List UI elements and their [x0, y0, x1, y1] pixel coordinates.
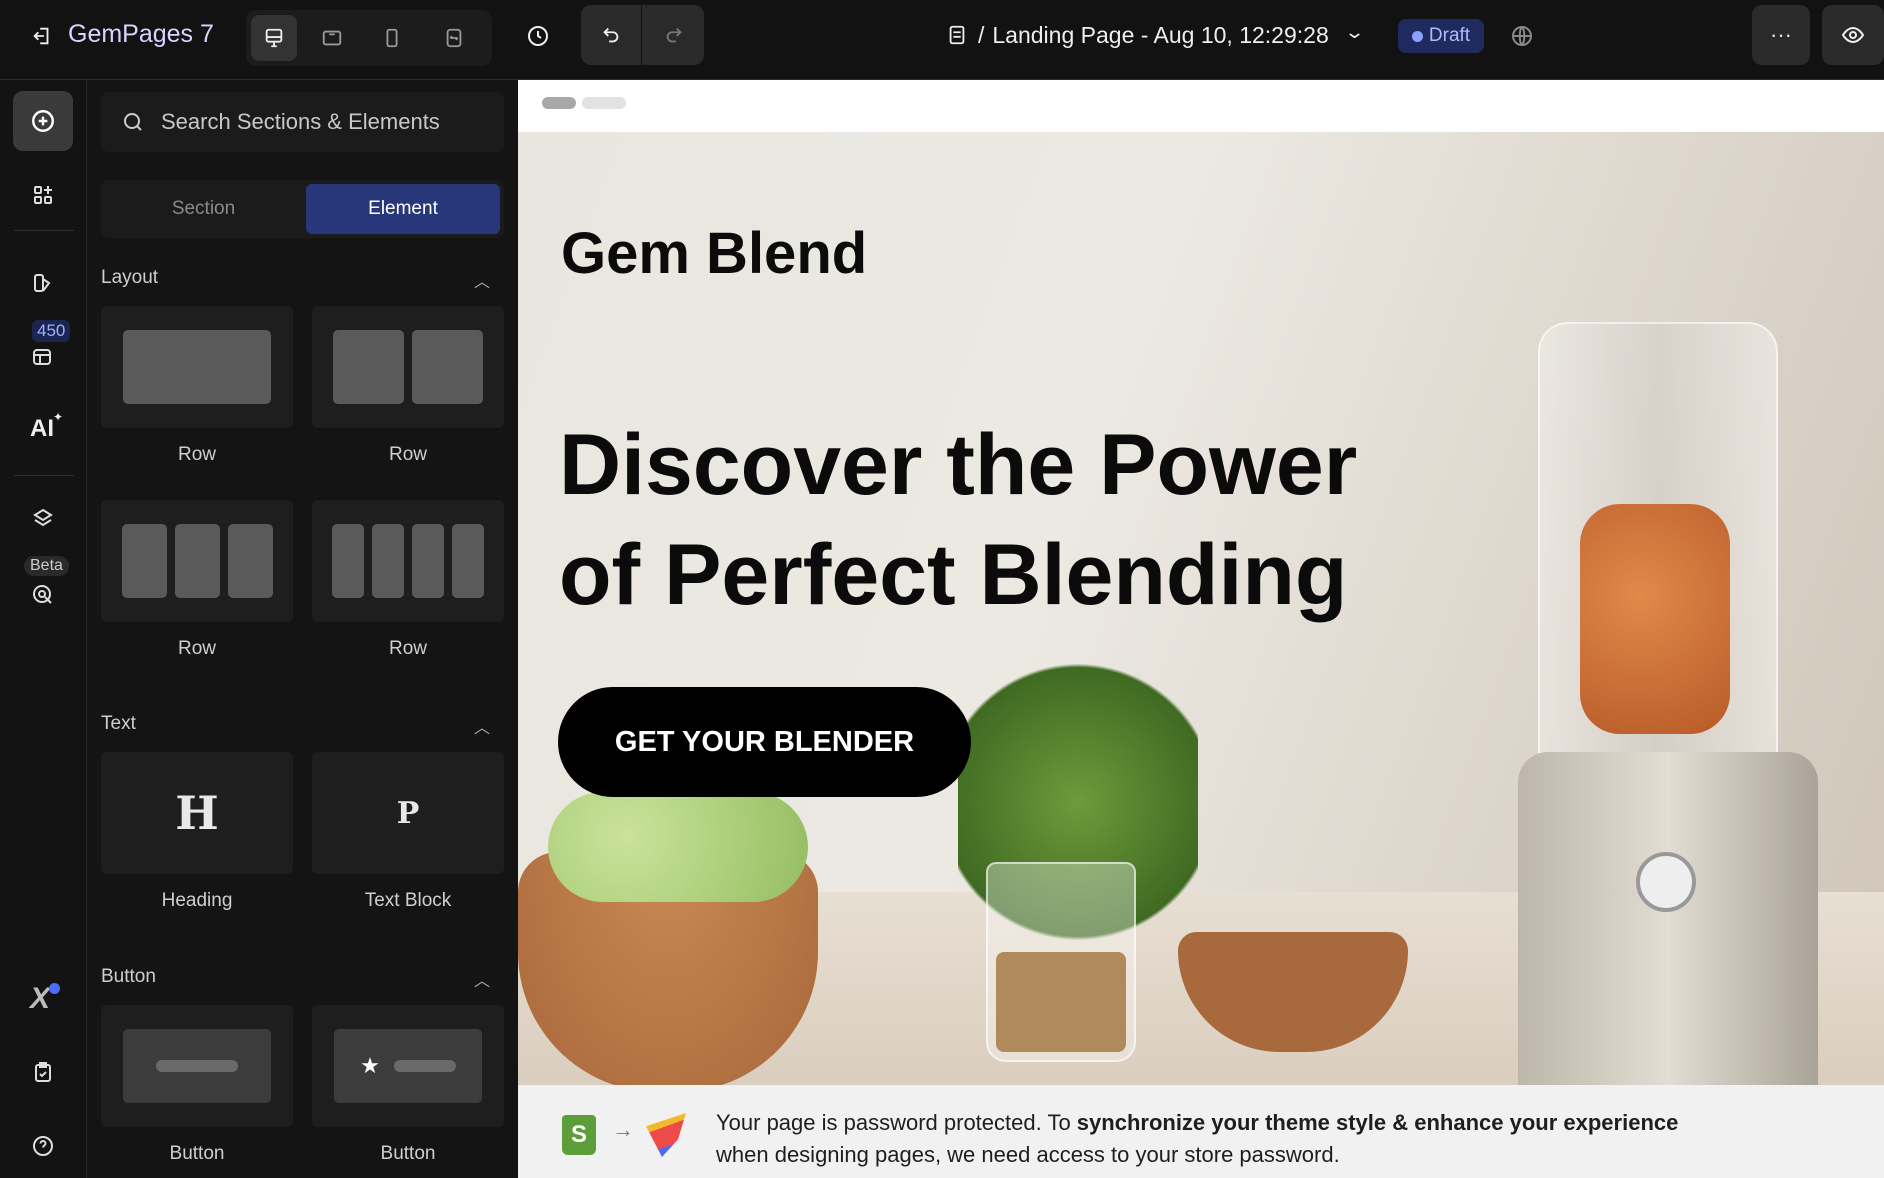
more-options-button[interactable]: ···: [1752, 5, 1810, 65]
skeleton-pill: [582, 97, 626, 109]
status-dot: [1411, 30, 1423, 42]
search-input[interactable]: Search Sections & Elements: [101, 92, 504, 152]
gempages-logo-icon: [646, 1113, 686, 1157]
element-row-2col[interactable]: [312, 306, 504, 428]
tab-element[interactable]: Element: [306, 184, 500, 234]
cta-button[interactable]: GET YOUR BLENDER: [558, 687, 971, 797]
element-row-1col[interactable]: [101, 306, 293, 428]
beta-badge: Beta: [24, 556, 69, 576]
help-icon[interactable]: [28, 1131, 58, 1161]
ai-button[interactable]: AI: [30, 415, 54, 443]
element-row-4col[interactable]: [312, 500, 504, 622]
status-label: Draft: [1428, 25, 1471, 46]
element-button[interactable]: [101, 1005, 293, 1127]
add-elements-button[interactable]: [13, 91, 73, 151]
templates-icon[interactable]: [27, 342, 57, 372]
undo-icon[interactable]: [581, 5, 642, 65]
hero-section[interactable]: Gem Blend Discover the Power of Perfect …: [518, 132, 1884, 1085]
banner-message: Your page is password protected. To sync…: [716, 1107, 1678, 1171]
heading-icon: H: [175, 786, 219, 840]
element-label: Heading: [161, 890, 233, 911]
password-banner: S → Your page is password protected. To …: [518, 1085, 1884, 1178]
panel-tabs: Section Element: [101, 180, 504, 238]
search-placeholder: Search Sections & Elements: [161, 109, 440, 134]
undo-redo-group: [581, 5, 704, 65]
collapse-chevron-icon[interactable]: ︿: [474, 967, 490, 991]
exit-icon[interactable]: [28, 22, 56, 50]
element-label: Row: [177, 638, 216, 659]
element-row-3col[interactable]: [101, 500, 293, 622]
fullwidth-view-button[interactable]: [431, 15, 477, 61]
tab-section[interactable]: Section: [105, 184, 302, 234]
top-bar: GemPages 7 / Landing Page - Aug 10, 12:2…: [0, 0, 1884, 80]
collapse-chevron-icon[interactable]: ︿: [474, 268, 490, 292]
eye-icon: [1841, 26, 1865, 44]
paragraph-icon: P: [396, 795, 420, 831]
x-integration-icon[interactable]: X: [30, 982, 50, 1016]
element-label: Row: [388, 444, 427, 465]
page-selector[interactable]: / Landing Page - Aug 10, 12:29:28 ⌄: [978, 22, 1365, 49]
page-icon: [944, 22, 970, 48]
group-title-text: Text: [101, 713, 136, 734]
banner-text-line2: when designing pages, we need access to …: [716, 1142, 1340, 1167]
canvas-toolbar-strip: [518, 80, 1884, 132]
element-icon-button[interactable]: ★: [312, 1005, 504, 1127]
status-badge: Draft: [1398, 19, 1484, 53]
element-label: Text Block: [364, 890, 452, 911]
hero-headline: Discover the Power of Perfect Blending: [559, 410, 1357, 630]
arrow-icon: →: [612, 1117, 634, 1142]
tablet-landscape-button[interactable]: [309, 15, 355, 61]
divider: [14, 230, 74, 231]
element-label: Row: [177, 444, 216, 465]
elements-panel: Search Sections & Elements Section Eleme…: [87, 80, 518, 1178]
desktop-view-button[interactable]: [251, 15, 297, 61]
banner-text: Your page is password protected. To: [716, 1110, 1077, 1135]
headline-line-2: of Perfect Blending: [559, 527, 1348, 623]
device-switcher: [246, 10, 492, 66]
redo-icon[interactable]: [643, 5, 704, 65]
page-title: Landing Page - Aug 10, 12:29:28: [992, 22, 1329, 48]
preview-eye-button[interactable]: [1822, 5, 1884, 65]
app-logo: GemPages 7: [68, 20, 214, 48]
credits-badge: 450: [32, 320, 71, 342]
shopify-logo-icon: S: [562, 1115, 596, 1155]
clipboard-check-icon[interactable]: [28, 1057, 58, 1087]
mobile-view-button[interactable]: [369, 15, 415, 61]
element-label: Button: [169, 1143, 225, 1164]
apps-icon[interactable]: [28, 180, 58, 210]
brand-title: Gem Blend: [561, 221, 868, 286]
notification-dot: [49, 983, 60, 994]
element-text-block[interactable]: P: [312, 752, 504, 874]
globe-icon[interactable]: [1506, 20, 1538, 52]
sidebar-rail: 450 AI ✦ Beta X: [0, 80, 87, 1178]
headline-line-1: Discover the Power: [559, 417, 1358, 513]
group-title-button: Button: [101, 966, 156, 987]
divider: [14, 475, 74, 476]
plus-circle-icon: [32, 110, 54, 132]
theme-style-icon[interactable]: [28, 268, 58, 298]
blender-base-image: [1518, 752, 1818, 1085]
collapse-chevron-icon[interactable]: ︿: [474, 714, 490, 738]
element-heading[interactable]: H: [101, 752, 293, 874]
cursor-target-icon[interactable]: [28, 580, 58, 610]
element-label: Button: [380, 1143, 436, 1164]
search-icon: [124, 113, 142, 131]
group-title-layout: Layout: [101, 267, 159, 288]
chevron-down-icon: ⌄: [1343, 22, 1365, 42]
jar-image: [986, 862, 1136, 1062]
apples-image: [548, 792, 808, 902]
element-label: Row: [388, 638, 427, 659]
history-icon[interactable]: [522, 20, 554, 52]
blender-jar-image: [1538, 322, 1778, 762]
page-prefix: /: [978, 22, 985, 48]
banner-text-bold: synchronize your theme style & enhance y…: [1076, 1110, 1679, 1135]
layers-icon[interactable]: [28, 503, 58, 533]
star-icon: ★: [360, 1053, 380, 1078]
skeleton-pill: [542, 97, 576, 109]
sparkle-icon: ✦: [53, 410, 64, 424]
